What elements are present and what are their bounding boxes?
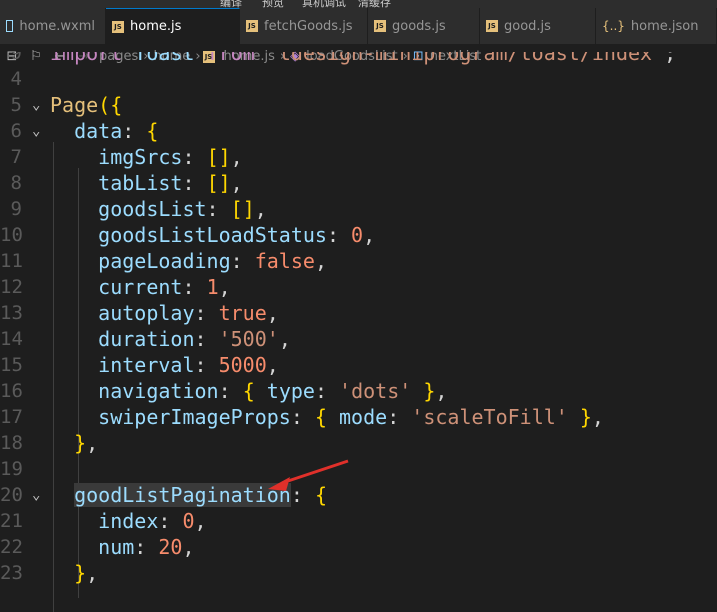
code-line[interactable]: 6 ⌄ data: { [0,118,717,144]
line-number: 9 [10,52,22,64]
code-text: pageLoading: false, [98,249,327,273]
code-text: import Toast from 'tdesign-miniprogram/t… [50,52,677,65]
code-text: data: { [74,119,159,143]
tab-home-js[interactable]: JS home.js [106,8,240,44]
code-text: interval: 5000, [98,353,279,377]
tab-fetchgoods-js[interactable]: JS fetchGoods.js [240,8,368,44]
code-line[interactable]: 11 pageLoading: false, [0,248,717,274]
code-text: navigation: { type: 'dots' }, [98,379,448,403]
tab-home-json[interactable]: {..} home.json [596,8,717,44]
fold-chevron-icon[interactable]: ⌄ [32,482,40,508]
line-number: 13 [0,302,23,324]
code-text: imgSrcs: [], [98,145,243,169]
code-text: current: 1, [98,275,231,299]
code-text: }, [74,561,99,585]
line-number: 10 [0,224,23,246]
code-line[interactable]: 14 duration: '500', [0,326,717,352]
line-number: 19 [0,458,23,480]
line-number: 6 [10,120,22,142]
line-number: 14 [0,328,23,350]
code-text: tabList: [], [98,171,243,195]
code-line[interactable]: 8 tabList: [], [0,170,717,196]
editor-tabs: home.wxml JS home.js JS fetchGoods.js JS go… [0,8,717,44]
fold-chevron-icon[interactable]: ⌄ [32,118,40,144]
line-number: 18 [0,432,23,454]
code-line[interactable]: 22 num: 20, [0,534,717,560]
line-number: 11 [0,250,23,272]
code-line[interactable]: 16 navigation: { type: 'dots' }, [0,378,717,404]
fold-chevron-icon[interactable]: ⌄ [32,92,40,118]
line-number: 7 [10,146,22,168]
code-editor[interactable]: 9 import Toast from 'tdesign-miniprogram/… [0,52,717,612]
code-line[interactable]: 15 interval: 5000, [0,352,717,378]
line-number: 4 [10,68,22,90]
js-file-icon: JS [246,20,258,32]
code-line[interactable]: 4 [0,66,717,92]
code-line[interactable]: 5 ⌄ Page({ [0,92,717,118]
code-line[interactable]: 7 imgSrcs: [], [0,144,717,170]
code-text: goodsListLoadStatus: 0, [98,223,376,247]
tab-home-wxml[interactable]: home.wxml [0,8,106,44]
tab-goods-js[interactable]: JS goods.js [368,8,480,44]
js-file-icon: JS [112,20,124,33]
js-file-icon: JS [486,20,498,32]
line-number: 17 [0,406,23,428]
code-text: goodsList: [], [98,197,267,221]
line-number: 12 [0,276,23,298]
menu-clear-cache[interactable]: 清缓存 [358,0,391,8]
code-text: }, [74,431,99,455]
line-number: 15 [0,354,23,376]
code-line[interactable]: 21 index: 0, [0,508,717,534]
line-number: 22 [0,536,23,558]
code-line[interactable]: 10 goodsListLoadStatus: 0, [0,222,717,248]
line-number: 9 [10,198,22,220]
code-line[interactable]: 13 autoplay: true, [0,300,717,326]
line-number: 20 [0,484,23,506]
js-file-icon: JS [374,20,386,32]
tab-good-js[interactable]: JS good.js [480,8,596,44]
line-number: 23 [0,562,23,584]
line-number: 8 [10,172,22,194]
code-line[interactable]: 18 }, [0,430,717,456]
menu-compile[interactable]: 编译 [220,0,242,8]
line-number: 21 [0,510,23,532]
code-line[interactable]: 23 }, [0,560,717,586]
json-file-icon: {..} [602,19,625,33]
code-text: duration: '500', [98,327,291,351]
code-line[interactable]: 9 goodsList: [], [0,196,717,222]
line-number: 16 [0,380,23,402]
code-line[interactable]: 9 import Toast from 'tdesign-miniprogram/… [0,52,717,66]
code-text: Page({ [50,93,123,117]
wxml-file-icon [6,20,14,32]
top-menu-bar: 编译 预览 真机调试 清缓存 [0,0,717,8]
code-text: autoplay: true, [98,301,279,325]
code-line[interactable]: 12 current: 1, [0,274,717,300]
code-text: index: 0, [98,509,207,533]
code-text: swiperImageProps: { mode: 'scaleToFill' … [98,405,604,429]
code-text: num: 20, [98,535,195,559]
menu-preview[interactable]: 预览 [262,0,284,8]
menu-remote-debug[interactable]: 真机调试 [302,0,346,8]
code-line[interactable]: 17 swiperImageProps: { mode: 'scaleToFil… [0,404,717,430]
line-number: 5 [10,94,22,116]
annotation-arrow [268,459,349,491]
